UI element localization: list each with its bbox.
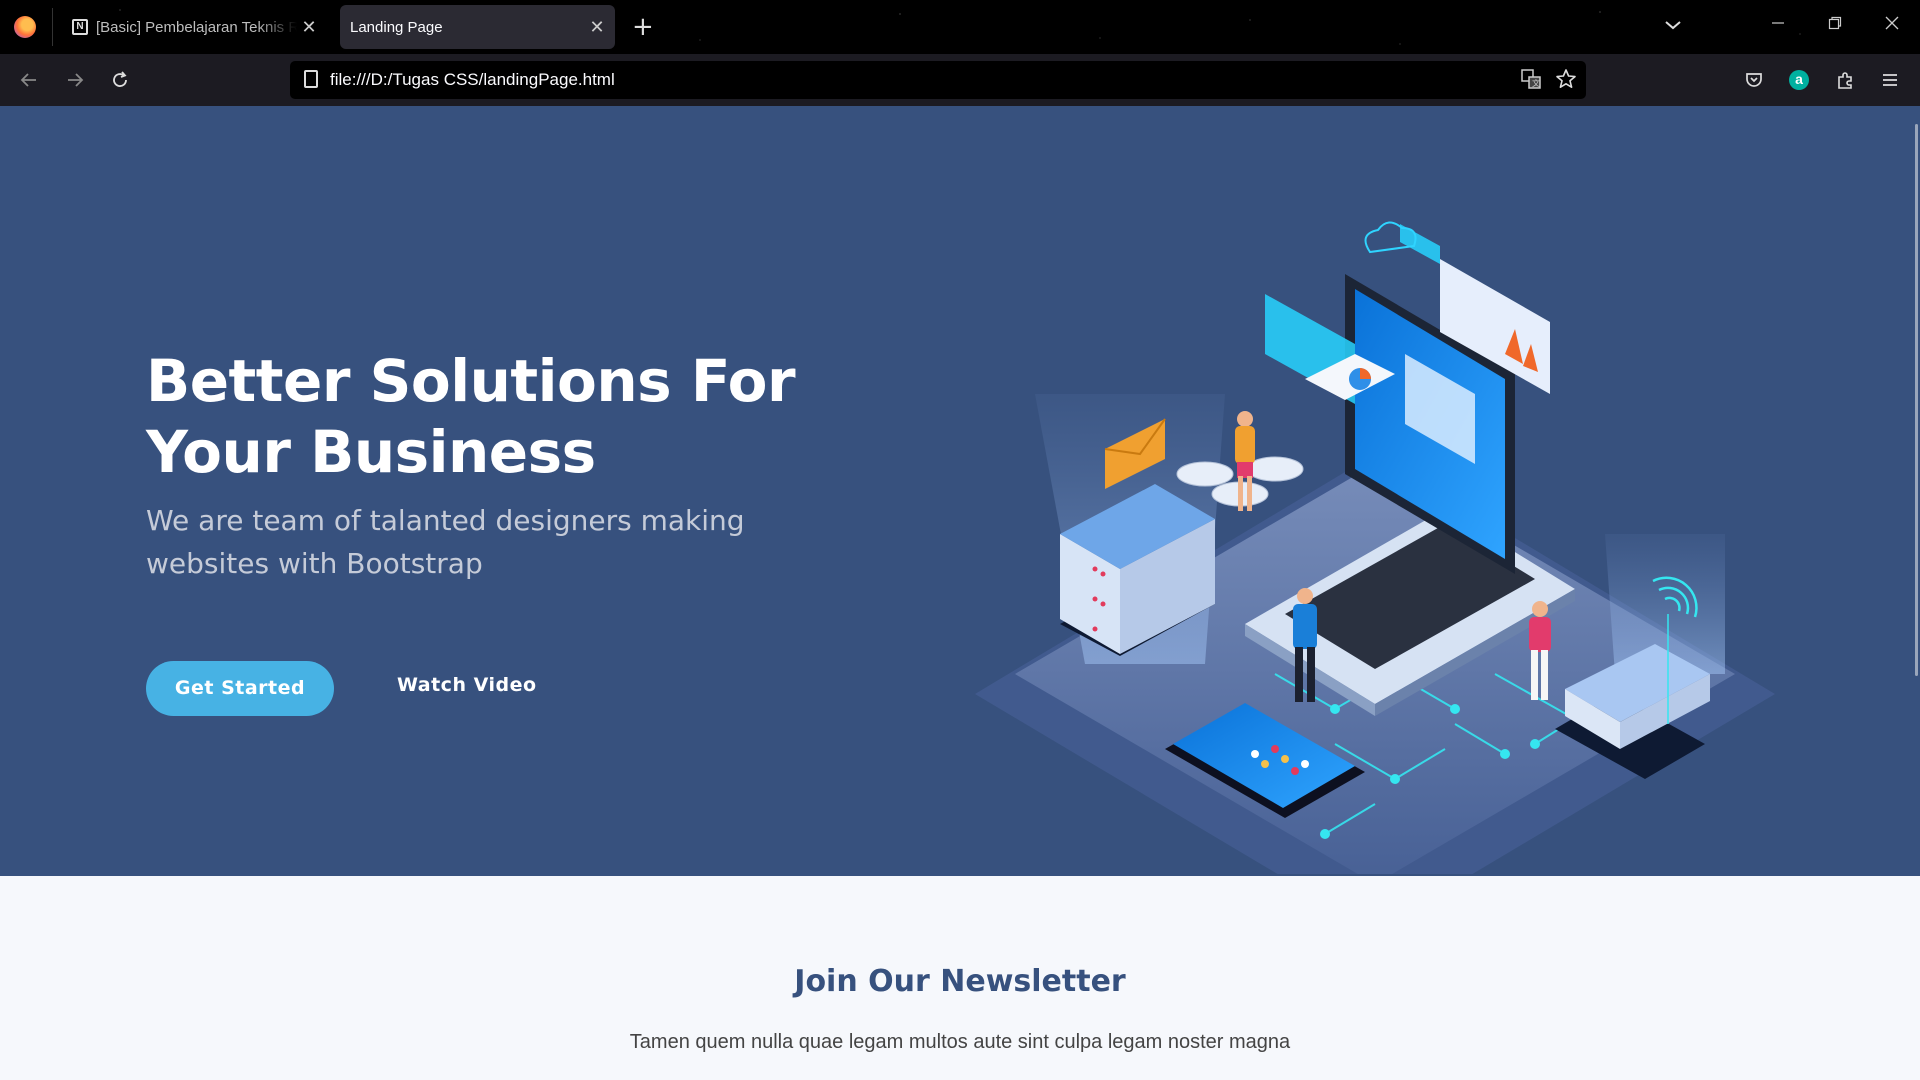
close-icon[interactable]: [1877, 14, 1907, 35]
watch-video-button[interactable]: Watch Video: [397, 674, 537, 696]
account-icon[interactable]: a: [1789, 70, 1809, 90]
pocket-icon[interactable]: [1740, 66, 1768, 94]
tab-separator: [52, 8, 53, 46]
page-scrollbar[interactable]: [1915, 124, 1918, 676]
hero-subtitle: We are team of talanted designers making…: [146, 504, 745, 580]
hero-illustration: [975, 221, 1775, 874]
tab-close-icon[interactable]: ✕: [585, 17, 609, 38]
hamburger-menu-icon[interactable]: [1876, 66, 1904, 94]
tab-basic-pembelajaran[interactable]: N [Basic] Pembelajaran Teknis Re ✕: [62, 5, 327, 49]
page-viewport: Better Solutions For Your Business We ar…: [0, 106, 1920, 1080]
new-tab-button[interactable]: +: [632, 12, 654, 42]
forward-arrow-icon[interactable]: [60, 66, 90, 94]
notion-favicon-icon: N: [72, 19, 88, 35]
tab-landing-page[interactable]: Landing Page ✕: [340, 5, 615, 49]
svg-text:文: 文: [1532, 78, 1540, 88]
navigation-toolbar: file:///D:/Tugas CSS/landingPage.html 文 …: [0, 54, 1920, 106]
tab-title: [Basic] Pembelajaran Teknis Re: [96, 18, 297, 36]
translate-icon[interactable]: 文: [1520, 68, 1542, 95]
reload-icon[interactable]: [105, 66, 135, 94]
firefox-logo-icon[interactable]: [14, 16, 36, 38]
hero-section: Better Solutions For Your Business We ar…: [0, 106, 1920, 876]
star-icon[interactable]: [1555, 68, 1577, 95]
back-arrow-icon[interactable]: [14, 66, 44, 94]
tab-strip: N [Basic] Pembelajaran Teknis Re ✕ Landi…: [0, 0, 1920, 54]
page-icon: [304, 70, 318, 88]
url-bar[interactable]: file:///D:/Tugas CSS/landingPage.html 文: [290, 61, 1586, 99]
newsletter-subtitle: Tamen quem nulla quae legam multos aute …: [629, 1031, 1291, 1053]
newsletter-title: Join Our Newsletter: [794, 964, 1126, 999]
minimize-icon[interactable]: [1763, 14, 1793, 35]
url-input[interactable]: file:///D:/Tugas CSS/landingPage.html: [330, 70, 615, 90]
tab-close-icon[interactable]: ✕: [297, 17, 321, 38]
chevron-down-icon[interactable]: [1664, 16, 1682, 35]
hero-title: Better Solutions For Your Business: [146, 347, 796, 486]
get-started-button[interactable]: Get Started: [146, 661, 334, 716]
tab-title: Landing Page: [350, 18, 443, 36]
restore-icon[interactable]: [1820, 14, 1850, 35]
puzzle-icon[interactable]: [1831, 66, 1859, 94]
